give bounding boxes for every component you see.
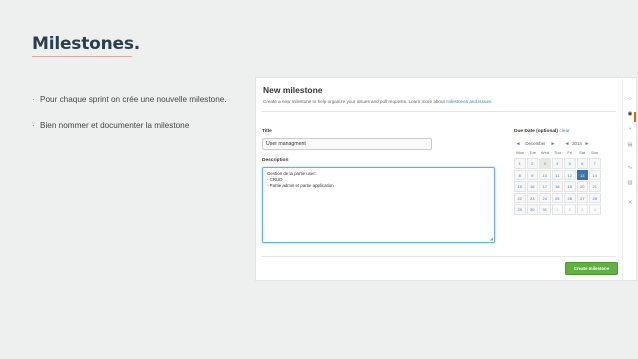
bullet-text: Pour chaque sprint on crée une nouvelle … xyxy=(40,95,227,104)
calendar-day[interactable]: 22 xyxy=(514,192,526,204)
calendar-day[interactable]: 1 xyxy=(551,204,563,215)
calendar-day[interactable]: 4 xyxy=(589,204,601,215)
next-month-icon[interactable]: ► xyxy=(549,141,557,147)
calendar-day[interactable]: 17 xyxy=(539,181,551,192)
calendar-day[interactable]: 3 xyxy=(576,204,588,215)
pulse-icon[interactable]: ∿ xyxy=(626,165,634,171)
page-subtitle: Create a new milestone to help organize … xyxy=(263,99,493,104)
wiki-icon[interactable]: ▤ xyxy=(626,142,634,148)
due-date-label: Due Date (optional) clear xyxy=(514,129,570,134)
settings-icon[interactable]: ✕ xyxy=(626,200,634,206)
bullet-item: · Pour chaque sprint on crée une nouvell… xyxy=(32,94,242,106)
create-milestone-button[interactable]: Create milestone xyxy=(565,262,618,275)
description-label: Description xyxy=(262,158,289,163)
year-label: 2014 xyxy=(572,141,582,146)
clear-date-link[interactable]: clear xyxy=(559,129,569,134)
graphs-icon[interactable]: ▥ xyxy=(626,180,634,186)
weekday-label: Thu xyxy=(553,150,561,155)
weekday-label: Fri xyxy=(567,150,573,155)
calendar-day[interactable]: 2 xyxy=(564,204,576,215)
calendar-day[interactable]: 4 xyxy=(551,158,563,169)
active-indicator xyxy=(634,112,636,122)
calendar-day[interactable]: 11 xyxy=(551,169,563,181)
calendar-day[interactable]: 9 xyxy=(526,169,538,181)
bullet-item: · Bien nommer et documenter la milestone xyxy=(32,120,242,132)
milestones-issues-link[interactable]: milestones and issues. xyxy=(446,99,492,104)
month-label: December xyxy=(525,141,546,146)
calendar-day[interactable]: 18 xyxy=(551,181,563,192)
calendar-day[interactable]: 13 xyxy=(576,169,588,181)
description-line: - Partie admin et partie application xyxy=(267,183,334,188)
bullet-text: Bien nommer et documenter la milestone xyxy=(40,120,190,130)
weekday-label: Mon xyxy=(516,150,525,155)
calendar-day[interactable]: 5 xyxy=(564,158,576,169)
weekday-header: Mon Tue Wed Thu Fri Sat Sun xyxy=(514,149,601,157)
code-icon[interactable]: ‹› xyxy=(626,96,634,102)
weekday-label: Sat xyxy=(579,150,586,155)
bullet-marker: · xyxy=(32,95,35,104)
calendar-day[interactable]: 14 xyxy=(589,169,601,181)
footer-divider xyxy=(261,256,616,257)
resize-handle-icon[interactable]: ◢ xyxy=(490,236,493,242)
weekday-label: Wed xyxy=(540,150,550,155)
calendar-day[interactable]: 10 xyxy=(539,169,551,181)
calendar-day[interactable]: 15 xyxy=(514,181,526,192)
pull-request-icon[interactable]: ⑂ xyxy=(626,126,634,132)
calendar-day[interactable]: 30 xyxy=(526,204,538,215)
title-input[interactable]: User managment xyxy=(262,138,432,150)
calendar-day[interactable]: 24 xyxy=(539,192,551,204)
date-picker: ◄ December ► ◄ 2014 ► Mon Tue Wed Thu Fri Sat… xyxy=(514,139,601,215)
title-label: Title xyxy=(262,129,272,134)
calendar-day[interactable]: 1 xyxy=(514,158,526,169)
subtitle-text: Create a new milestone to help organize … xyxy=(263,99,445,104)
calendar-day[interactable]: 28 xyxy=(589,192,601,204)
prev-year-icon[interactable]: ◄ xyxy=(563,141,571,147)
calendar-grid: 1 2 3 4 5 6 7 8 9 10 11 12 13 14 15 16 17 18 19 20 21 22 23 24 2… xyxy=(514,158,601,215)
issues-icon[interactable]: ◉ xyxy=(626,111,634,117)
calendar-day[interactable]: 6 xyxy=(576,158,588,169)
header-divider xyxy=(261,111,616,112)
calendar-day[interactable]: 19 xyxy=(564,181,576,192)
page-title: New milestone xyxy=(263,85,323,95)
calendar-day[interactable]: 3 xyxy=(539,158,551,169)
description-textarea[interactable]: Gestion de la partie user: - CRUD - Part… xyxy=(262,167,495,243)
calendar-day[interactable]: 7 xyxy=(589,158,601,169)
calendar-day[interactable]: 25 xyxy=(551,192,563,204)
calendar-day[interactable]: 23 xyxy=(526,192,538,204)
bullet-marker: · xyxy=(32,120,35,130)
calendar-day[interactable]: 31 xyxy=(539,204,551,215)
new-milestone-screenshot: New milestone Create a new milestone to … xyxy=(255,77,637,281)
calendar-day[interactable]: 12 xyxy=(564,169,576,181)
slide-title: Milestones. xyxy=(32,34,141,54)
calendar-day[interactable]: 2 xyxy=(526,158,538,169)
next-year-icon[interactable]: ► xyxy=(583,141,591,147)
calendar-day[interactable]: 26 xyxy=(564,192,576,204)
title-underline xyxy=(32,56,132,57)
weekday-label: Sun xyxy=(590,150,599,155)
calendar-day[interactable]: 29 xyxy=(514,204,526,215)
calendar-day[interactable]: 8 xyxy=(514,169,526,181)
weekday-label: Tue xyxy=(529,150,536,155)
calendar-header: ◄ December ► ◄ 2014 ► xyxy=(514,139,601,148)
calendar-day[interactable]: 16 xyxy=(526,181,538,192)
calendar-day[interactable]: 27 xyxy=(576,192,588,204)
due-date-text: Due Date (optional) xyxy=(514,129,558,134)
repo-sidebar: ‹› ◉ ⑂ ▤ ∿ ▥ ✕ xyxy=(622,78,636,280)
calendar-day[interactable]: 20 xyxy=(576,181,588,192)
calendar-day[interactable]: 21 xyxy=(589,181,601,192)
prev-month-icon[interactable]: ◄ xyxy=(514,141,522,147)
bullet-list: · Pour chaque sprint on crée une nouvell… xyxy=(32,94,242,145)
